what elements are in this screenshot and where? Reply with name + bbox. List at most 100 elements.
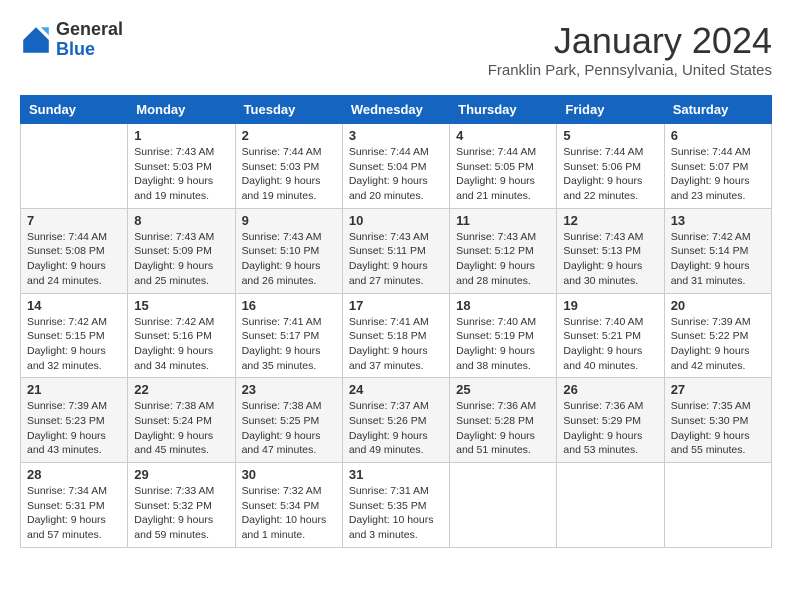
sunrise-text: Sunrise: 7:43 AM [349,230,443,245]
sunset-text: Sunset: 5:16 PM [134,329,228,344]
day-number: 18 [456,298,550,313]
weekday-header-sunday: Sunday [21,96,128,124]
calendar-cell: 20 Sunrise: 7:39 AM Sunset: 5:22 PM Dayl… [664,293,771,378]
calendar-week-4: 21 Sunrise: 7:39 AM Sunset: 5:23 PM Dayl… [21,378,772,463]
daylight-text: Daylight: 9 hours and 31 minutes. [671,259,765,288]
sunrise-text: Sunrise: 7:40 AM [456,315,550,330]
sunset-text: Sunset: 5:34 PM [242,499,336,514]
daylight-text: Daylight: 9 hours and 49 minutes. [349,429,443,458]
day-number: 16 [242,298,336,313]
day-info: Sunrise: 7:42 AM Sunset: 5:14 PM Dayligh… [671,230,765,289]
calendar-cell: 19 Sunrise: 7:40 AM Sunset: 5:21 PM Dayl… [557,293,664,378]
sunrise-text: Sunrise: 7:37 AM [349,399,443,414]
sunrise-text: Sunrise: 7:44 AM [563,145,657,160]
day-number: 11 [456,213,550,228]
calendar-cell: 30 Sunrise: 7:32 AM Sunset: 5:34 PM Dayl… [235,463,342,548]
daylight-text: Daylight: 9 hours and 24 minutes. [27,259,121,288]
day-number: 7 [27,213,121,228]
sunset-text: Sunset: 5:11 PM [349,244,443,259]
day-info: Sunrise: 7:42 AM Sunset: 5:15 PM Dayligh… [27,315,121,374]
calendar-cell [664,463,771,548]
day-number: 28 [27,467,121,482]
calendar-cell: 29 Sunrise: 7:33 AM Sunset: 5:32 PM Dayl… [128,463,235,548]
calendar-cell: 25 Sunrise: 7:36 AM Sunset: 5:28 PM Dayl… [450,378,557,463]
calendar-header: SundayMondayTuesdayWednesdayThursdayFrid… [21,96,772,124]
calendar-cell: 9 Sunrise: 7:43 AM Sunset: 5:10 PM Dayli… [235,208,342,293]
day-number: 27 [671,382,765,397]
sunset-text: Sunset: 5:21 PM [563,329,657,344]
calendar-cell: 28 Sunrise: 7:34 AM Sunset: 5:31 PM Dayl… [21,463,128,548]
location-subtitle: Franklin Park, Pennsylvania, United Stat… [488,62,772,79]
logo-general-text: General [56,20,123,40]
day-number: 30 [242,467,336,482]
sunset-text: Sunset: 5:10 PM [242,244,336,259]
sunset-text: Sunset: 5:19 PM [456,329,550,344]
day-number: 26 [563,382,657,397]
sunset-text: Sunset: 5:32 PM [134,499,228,514]
sunrise-text: Sunrise: 7:36 AM [456,399,550,414]
day-number: 25 [456,382,550,397]
weekday-row: SundayMondayTuesdayWednesdayThursdayFrid… [21,96,772,124]
sunrise-text: Sunrise: 7:34 AM [27,484,121,499]
sunset-text: Sunset: 5:25 PM [242,414,336,429]
calendar-cell: 31 Sunrise: 7:31 AM Sunset: 5:35 PM Dayl… [342,463,449,548]
calendar-week-1: 1 Sunrise: 7:43 AM Sunset: 5:03 PM Dayli… [21,124,772,209]
daylight-text: Daylight: 9 hours and 28 minutes. [456,259,550,288]
calendar-cell: 26 Sunrise: 7:36 AM Sunset: 5:29 PM Dayl… [557,378,664,463]
sunrise-text: Sunrise: 7:44 AM [349,145,443,160]
calendar-cell: 18 Sunrise: 7:40 AM Sunset: 5:19 PM Dayl… [450,293,557,378]
weekday-header-wednesday: Wednesday [342,96,449,124]
day-info: Sunrise: 7:40 AM Sunset: 5:21 PM Dayligh… [563,315,657,374]
day-number: 12 [563,213,657,228]
day-number: 1 [134,128,228,143]
day-number: 17 [349,298,443,313]
calendar-cell: 10 Sunrise: 7:43 AM Sunset: 5:11 PM Dayl… [342,208,449,293]
day-number: 13 [671,213,765,228]
calendar-cell: 11 Sunrise: 7:43 AM Sunset: 5:12 PM Dayl… [450,208,557,293]
sunset-text: Sunset: 5:31 PM [27,499,121,514]
daylight-text: Daylight: 9 hours and 53 minutes. [563,429,657,458]
daylight-text: Daylight: 9 hours and 38 minutes. [456,344,550,373]
sunset-text: Sunset: 5:22 PM [671,329,765,344]
day-info: Sunrise: 7:44 AM Sunset: 5:06 PM Dayligh… [563,145,657,204]
sunrise-text: Sunrise: 7:39 AM [671,315,765,330]
daylight-text: Daylight: 9 hours and 45 minutes. [134,429,228,458]
sunrise-text: Sunrise: 7:38 AM [134,399,228,414]
daylight-text: Daylight: 9 hours and 57 minutes. [27,513,121,542]
sunrise-text: Sunrise: 7:40 AM [563,315,657,330]
day-info: Sunrise: 7:38 AM Sunset: 5:25 PM Dayligh… [242,399,336,458]
calendar-cell: 13 Sunrise: 7:42 AM Sunset: 5:14 PM Dayl… [664,208,771,293]
sunset-text: Sunset: 5:05 PM [456,160,550,175]
day-info: Sunrise: 7:36 AM Sunset: 5:28 PM Dayligh… [456,399,550,458]
sunset-text: Sunset: 5:06 PM [563,160,657,175]
calendar-cell: 6 Sunrise: 7:44 AM Sunset: 5:07 PM Dayli… [664,124,771,209]
day-info: Sunrise: 7:41 AM Sunset: 5:18 PM Dayligh… [349,315,443,374]
daylight-text: Daylight: 10 hours and 1 minute. [242,513,336,542]
page-header: General Blue January 2024 Franklin Park,… [20,20,772,79]
day-number: 29 [134,467,228,482]
daylight-text: Daylight: 9 hours and 21 minutes. [456,174,550,203]
weekday-header-monday: Monday [128,96,235,124]
day-info: Sunrise: 7:43 AM Sunset: 5:09 PM Dayligh… [134,230,228,289]
calendar-cell: 12 Sunrise: 7:43 AM Sunset: 5:13 PM Dayl… [557,208,664,293]
calendar-week-2: 7 Sunrise: 7:44 AM Sunset: 5:08 PM Dayli… [21,208,772,293]
calendar-cell: 16 Sunrise: 7:41 AM Sunset: 5:17 PM Dayl… [235,293,342,378]
sunset-text: Sunset: 5:03 PM [242,160,336,175]
weekday-header-friday: Friday [557,96,664,124]
sunset-text: Sunset: 5:35 PM [349,499,443,514]
daylight-text: Daylight: 9 hours and 25 minutes. [134,259,228,288]
day-info: Sunrise: 7:36 AM Sunset: 5:29 PM Dayligh… [563,399,657,458]
daylight-text: Daylight: 9 hours and 51 minutes. [456,429,550,458]
daylight-text: Daylight: 9 hours and 30 minutes. [563,259,657,288]
calendar-week-3: 14 Sunrise: 7:42 AM Sunset: 5:15 PM Dayl… [21,293,772,378]
sunset-text: Sunset: 5:09 PM [134,244,228,259]
calendar-cell: 3 Sunrise: 7:44 AM Sunset: 5:04 PM Dayli… [342,124,449,209]
title-block: January 2024 Franklin Park, Pennsylvania… [488,20,772,79]
sunrise-text: Sunrise: 7:43 AM [134,145,228,160]
daylight-text: Daylight: 9 hours and 35 minutes. [242,344,336,373]
sunrise-text: Sunrise: 7:31 AM [349,484,443,499]
day-info: Sunrise: 7:44 AM Sunset: 5:08 PM Dayligh… [27,230,121,289]
day-number: 14 [27,298,121,313]
sunrise-text: Sunrise: 7:41 AM [349,315,443,330]
daylight-text: Daylight: 9 hours and 19 minutes. [242,174,336,203]
